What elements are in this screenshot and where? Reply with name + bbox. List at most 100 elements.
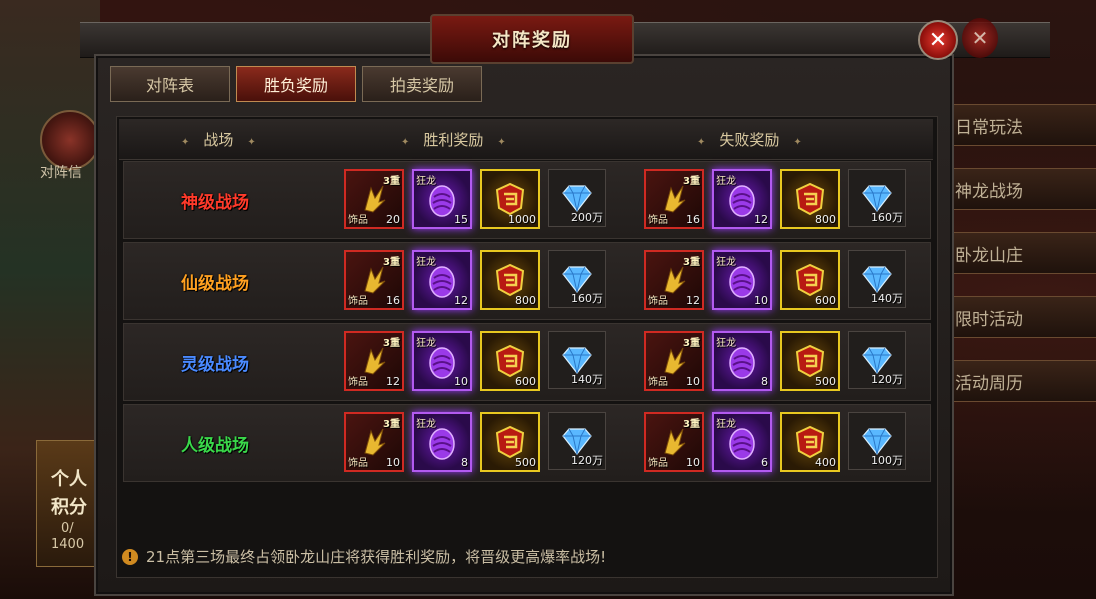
ornament-reward-item[interactable]: 3重饰品 10 <box>344 412 404 472</box>
ornament-tag: 饰品 <box>648 458 668 469</box>
ornament-count: 10 <box>386 456 400 469</box>
ornament-grade: 3重 <box>383 419 400 430</box>
lose-reward-group: 3重饰品 10 狂龙 8 500 120万 <box>644 331 906 391</box>
table-row: 神级战场 3重 饰品 20 狂龙 15 1000 200万 3重 饰品 16 狂龙 12 800 160万 <box>123 161 931 239</box>
side-tab-calendar[interactable]: 活动周历 <box>948 360 1096 402</box>
ornament-count: 10 <box>686 456 700 469</box>
gem-reward-item[interactable]: 140万 <box>548 331 606 389</box>
gem-count: 140万 <box>871 292 903 305</box>
gold-reward-item[interactable]: 400 <box>780 412 840 472</box>
gold-count: 500 <box>815 375 836 388</box>
notice-text: 21点第三场最终占领卧龙山庄将获得胜利奖励，将晋级更高爆率战场! <box>146 548 607 566</box>
reward-dialog: 对阵表 胜负奖励 拍卖奖励 ✦ 战场 ✦ ✦ 胜利奖励 ✦ ✦ 失败奖励 ✦ 神级战场 3重饰… <box>94 54 954 596</box>
gold-reward-item[interactable]: 500 <box>780 331 840 391</box>
dragon-tag: 狂龙 <box>416 338 436 349</box>
dragon-count: 6 <box>761 456 768 469</box>
close-icon[interactable]: ✕ <box>918 20 958 60</box>
gem-reward-item[interactable]: 120万 <box>848 331 906 389</box>
ornament-reward-item[interactable]: 3重 饰品 16 <box>644 169 704 229</box>
dragon-count: 10 <box>454 375 468 388</box>
gold-reward-item[interactable]: 600 <box>780 250 840 310</box>
dragon-reward-item[interactable]: 狂龙 15 <box>412 169 472 229</box>
ornament-reward-item[interactable]: 3重 饰品 16 <box>344 250 404 310</box>
lose-reward-group: 3重 饰品 16 狂龙 12 800 160万 <box>644 169 906 229</box>
lose-reward-group: 3重饰品 12 狂龙 10 600 140万 <box>644 250 906 310</box>
gold-count: 1000 <box>508 213 536 226</box>
ornament-grade: 3重 <box>683 176 700 187</box>
tab-win-lose-rewards[interactable]: 胜负奖励 <box>236 66 356 102</box>
side-tab-daily[interactable]: 日常玩法 <box>948 104 1096 146</box>
score-card-line1: 个人 <box>51 469 87 490</box>
ornament-count: 20 <box>386 213 400 226</box>
ornament-reward-item[interactable]: 3重饰品 10 <box>644 331 704 391</box>
ornament-count: 12 <box>386 375 400 388</box>
ornament-grade: 3重 <box>383 257 400 268</box>
ornament-reward-item[interactable]: 3重 饰品 12 <box>344 331 404 391</box>
gem-count: 200万 <box>571 211 603 224</box>
lose-reward-group: 3重饰品 10 狂龙 6 400 100万 <box>644 412 906 472</box>
ornament-tag: 饰品 <box>348 458 368 469</box>
win-reward-group: 3重 饰品 20 狂龙 15 1000 200万 <box>344 169 606 229</box>
gold-count: 800 <box>815 213 836 226</box>
gem-count: 140万 <box>571 373 603 386</box>
dragon-reward-item[interactable]: 狂龙 10 <box>712 250 772 310</box>
ornament-reward-item[interactable]: 3重饰品 12 <box>644 250 704 310</box>
ornament-reward-item[interactable]: 3重 饰品 20 <box>344 169 404 229</box>
dragon-reward-item[interactable]: 狂龙 10 <box>412 331 472 391</box>
gem-reward-item[interactable]: 160万 <box>848 169 906 227</box>
dragon-count: 12 <box>754 213 768 226</box>
tab-match-table[interactable]: 对阵表 <box>110 66 230 102</box>
gold-reward-item[interactable]: 600 <box>480 331 540 391</box>
tab-auction-rewards[interactable]: 拍卖奖励 <box>362 66 482 102</box>
dialog-title-plate: 对阵奖励 <box>430 14 634 64</box>
ornament-grade: 3重 <box>683 257 700 268</box>
dragon-count: 15 <box>454 213 468 226</box>
dragon-count: 8 <box>761 375 768 388</box>
dragon-tag: 狂龙 <box>416 419 436 430</box>
dragon-reward-item[interactable]: 狂龙 8 <box>412 412 472 472</box>
ornament-count: 10 <box>686 375 700 388</box>
notice-bar: ! 21点第三场最终占领卧龙山庄将获得胜利奖励，将晋级更高爆率战场! <box>122 546 606 567</box>
gem-count: 160万 <box>571 292 603 305</box>
gold-reward-item[interactable]: 800 <box>480 250 540 310</box>
gold-count: 400 <box>815 456 836 469</box>
ornament-grade: 3重 <box>383 176 400 187</box>
gem-reward-item[interactable]: 140万 <box>848 250 906 308</box>
dragon-reward-item[interactable]: 狂龙 6 <box>712 412 772 472</box>
gem-reward-item[interactable]: 120万 <box>548 412 606 470</box>
score-card-line2: 积分 <box>51 497 87 518</box>
gold-reward-item[interactable]: 1000 <box>480 169 540 229</box>
battlefield-name: 仙级战场 <box>181 274 249 294</box>
gem-count: 120万 <box>571 454 603 467</box>
ornament-grade: 3重 <box>683 338 700 349</box>
side-tab-limited[interactable]: 限时活动 <box>948 296 1096 338</box>
ornament-reward-item[interactable]: 3重饰品 10 <box>644 412 704 472</box>
dragon-reward-item[interactable]: 狂龙 12 <box>412 250 472 310</box>
side-tab-dragon-field[interactable]: 神龙战场 <box>948 168 1096 210</box>
gem-count: 160万 <box>871 211 903 224</box>
ornament-grade: 3重 <box>683 419 700 430</box>
ornament-tag: 饰品 <box>648 296 668 307</box>
match-info-icon[interactable] <box>40 110 100 170</box>
ornament-tag: 饰品 <box>648 377 668 388</box>
gem-reward-item[interactable]: 200万 <box>548 169 606 227</box>
win-reward-group: 3重 饰品 16 狂龙 12 800 160万 <box>344 250 606 310</box>
gem-reward-item[interactable]: 100万 <box>848 412 906 470</box>
side-tab-wolong[interactable]: 卧龙山庄 <box>948 232 1096 274</box>
gem-count: 100万 <box>871 454 903 467</box>
gold-count: 600 <box>815 294 836 307</box>
ornament-count: 12 <box>686 294 700 307</box>
gold-reward-item[interactable]: 800 <box>780 169 840 229</box>
dragon-tag: 狂龙 <box>416 257 436 268</box>
close-icon-background: ✕ <box>962 18 998 58</box>
dragon-reward-item[interactable]: 狂龙 12 <box>712 169 772 229</box>
gem-count: 120万 <box>871 373 903 386</box>
battlefield-name: 人级战场 <box>181 436 249 456</box>
dialog-title: 对阵奖励 <box>492 30 572 51</box>
dragon-reward-item[interactable]: 狂龙 8 <box>712 331 772 391</box>
dialog-tabs: 对阵表 胜负奖励 拍卖奖励 <box>110 66 482 102</box>
gold-reward-item[interactable]: 500 <box>480 412 540 472</box>
table-header: ✦ 战场 ✦ ✦ 胜利奖励 ✦ ✦ 失败奖励 ✦ <box>119 119 933 160</box>
gem-reward-item[interactable]: 160万 <box>548 250 606 308</box>
ornament-tag: 饰品 <box>348 377 368 388</box>
